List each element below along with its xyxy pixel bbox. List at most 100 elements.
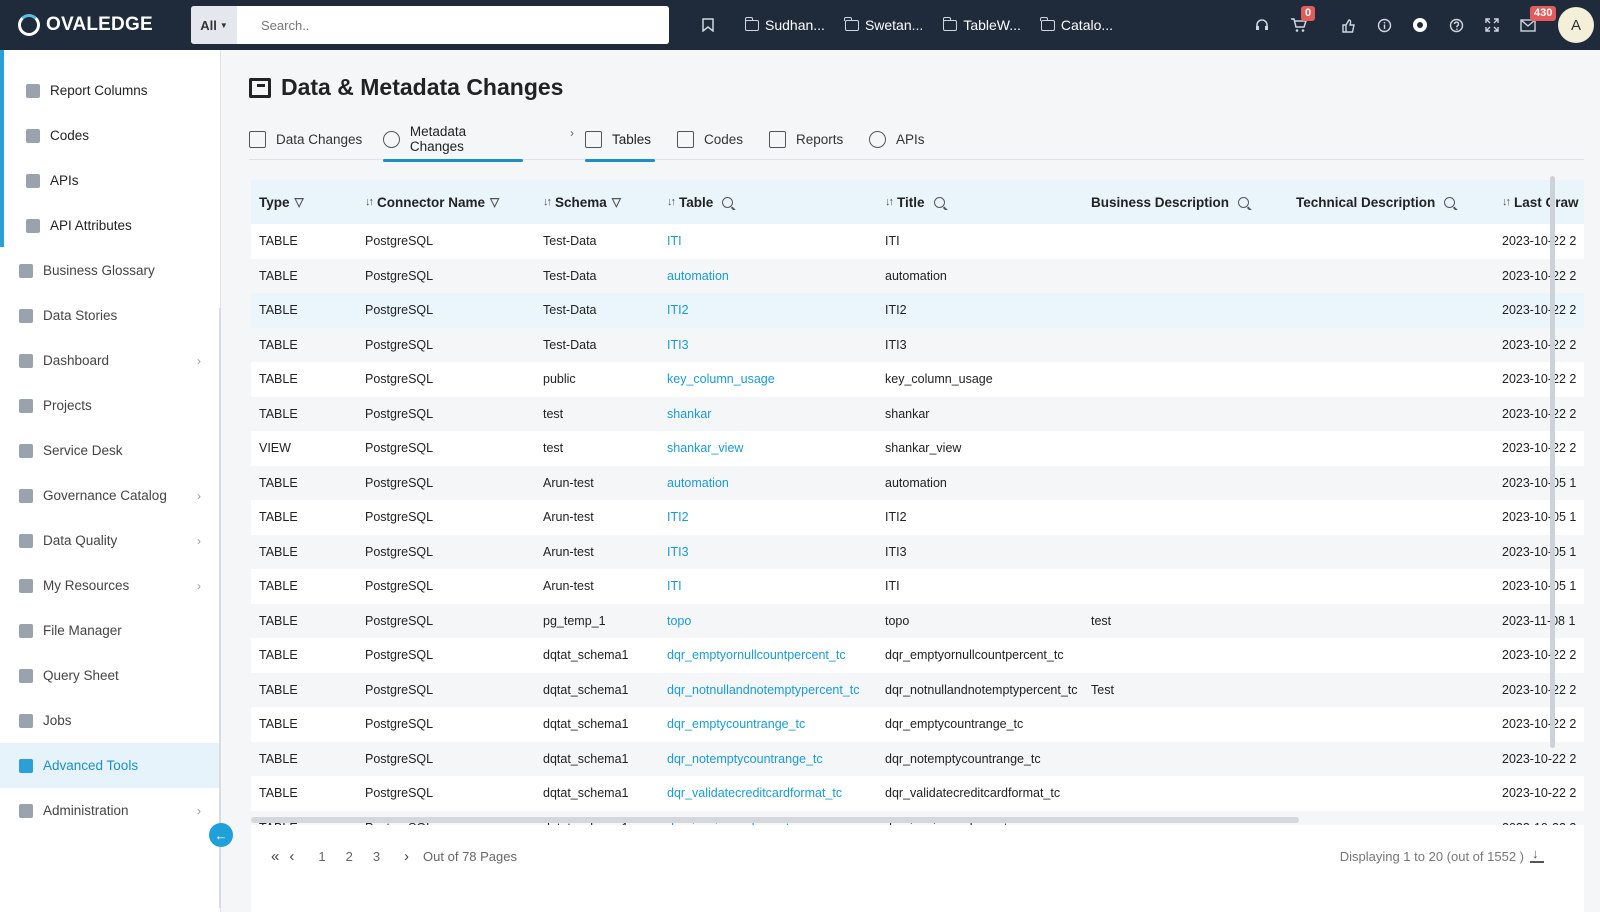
cell-table[interactable]: dqr_notemptycountrange_tc <box>659 752 877 766</box>
favorite-folder-3[interactable]: TableW... <box>942 16 1021 33</box>
tab-codes[interactable]: Codes <box>677 118 743 160</box>
first-page-button[interactable]: « <box>271 848 279 865</box>
horizontal-scrollbar[interactable] <box>251 817 1299 823</box>
sort-icon[interactable]: ↓↑ <box>885 196 894 208</box>
table-row[interactable]: TABLE PostgreSQL dqtat_schema1 dqr_emptycou… <box>251 707 1584 742</box>
sidebar-item-my-resources[interactable]: My Resources › <box>0 563 221 608</box>
cell-table[interactable]: dqr_emptyornullcountpercent_tc <box>659 648 877 662</box>
cell-table[interactable]: automation <box>659 476 877 490</box>
cell-table[interactable]: ITI3 <box>659 545 877 559</box>
favorite-folder-1[interactable]: Sudhan... <box>744 16 825 33</box>
page-number-2[interactable]: 2 <box>346 849 353 864</box>
cell-table[interactable]: ITI <box>659 579 877 593</box>
table-row[interactable]: TABLE PostgreSQL Arun-test ITI2 ITI2 2023-10-… <box>251 500 1584 535</box>
cell-table[interactable]: ITI2 <box>659 510 877 524</box>
search-icon[interactable] <box>933 196 945 208</box>
app-logo[interactable]: OVALEDGE <box>18 14 186 36</box>
sidebar-item-report-columns[interactable]: Report Columns <box>0 68 221 113</box>
column-header-type[interactable]: Type ▽ <box>251 195 357 210</box>
info-icon[interactable] <box>1366 0 1402 50</box>
cell-table[interactable]: key_column_usage <box>659 372 877 386</box>
sidebar-item-codes[interactable]: Codes <box>0 113 221 158</box>
vertical-scrollbar[interactable] <box>1550 176 1555 748</box>
table-row[interactable]: TABLE PostgreSQL Arun-test ITI ITI 2023-10-05… <box>251 569 1584 604</box>
cell-table[interactable]: topo <box>659 614 877 628</box>
page-number-1[interactable]: 1 <box>318 849 325 864</box>
filter-icon[interactable]: ▽ <box>612 195 621 209</box>
thumbs-up-icon[interactable] <box>1330 0 1366 50</box>
tab-metadata-changes[interactable]: Metadata Changes <box>383 118 523 162</box>
sidebar-item-data-quality[interactable]: Data Quality › <box>0 518 221 563</box>
chrome-icon[interactable] <box>1402 0 1438 50</box>
table-row[interactable]: TABLE PostgreSQL Test-Data automation automa… <box>251 258 1584 293</box>
collapse-sidebar-button[interactable]: ← <box>209 823 233 847</box>
cell-table[interactable]: dqr_notnullandnotemptypercent_tc <box>659 683 877 697</box>
table-row[interactable]: TABLE PostgreSQL Test-Data ITI2 ITI2 2023-10-… <box>251 293 1584 328</box>
table-row[interactable]: TABLE PostgreSQL dqtat_schema1 dqr_notnulla… <box>251 672 1584 707</box>
fullscreen-icon[interactable] <box>1474 0 1510 50</box>
column-header-last-crawled[interactable]: ↓↑ Last Craw <box>1494 195 1584 210</box>
download-icon[interactable] <box>1530 846 1544 863</box>
sidebar-item-file-manager[interactable]: File Manager <box>0 608 221 653</box>
cell-table[interactable]: automation <box>659 269 877 283</box>
sidebar-item-governance-catalog[interactable]: Governance Catalog › <box>0 473 221 518</box>
help-icon[interactable] <box>1438 0 1474 50</box>
search-icon[interactable] <box>1444 196 1456 208</box>
table-row[interactable]: TABLE PostgreSQL Test-Data ITI ITI 2023-10-22… <box>251 224 1584 259</box>
filter-icon[interactable]: ▽ <box>490 195 499 209</box>
table-row[interactable]: TABLE PostgreSQL test shankar shankar 2023-10… <box>251 396 1584 431</box>
column-header-business-description[interactable]: Business Description <box>1083 195 1288 210</box>
headset-icon[interactable] <box>1244 0 1280 50</box>
sort-icon[interactable]: ↓↑ <box>1502 196 1511 208</box>
cart-icon[interactable]: 0 <box>1280 0 1316 50</box>
sort-icon[interactable]: ↓↑ <box>667 196 676 208</box>
sidebar-item-apis[interactable]: APIs <box>0 158 221 203</box>
search-scope-dropdown[interactable]: All ▼ <box>191 6 237 44</box>
column-header-schema[interactable]: ↓↑ Schema ▽ <box>535 195 659 210</box>
next-page-button[interactable]: › <box>404 848 409 865</box>
sidebar-item-advanced-tools[interactable]: Advanced Tools <box>0 743 221 788</box>
sidebar-item-administration[interactable]: Administration › <box>0 788 221 833</box>
column-header-connector-name[interactable]: ↓↑ Connector Name ▽ <box>357 195 535 210</box>
sort-icon[interactable]: ↓↑ <box>365 196 374 208</box>
sidebar-item-data-stories[interactable]: Data Stories <box>0 293 221 338</box>
table-row[interactable]: TABLE PostgreSQL dqtat_schema1 dqr_validate… <box>251 776 1584 811</box>
favorite-folder-4[interactable]: Catalo... <box>1040 16 1113 33</box>
sidebar-item-api-attributes[interactable]: API Attributes <box>0 203 221 248</box>
search-input[interactable] <box>237 6 669 44</box>
sidebar-item-service-desk[interactable]: Service Desk <box>0 428 221 473</box>
tab-tables[interactable]: Tables <box>585 118 655 162</box>
cell-table[interactable]: dqr_emptycountrange_tc <box>659 717 877 731</box>
mail-icon[interactable]: 430 <box>1510 0 1557 50</box>
previous-page-button[interactable]: ‹ <box>289 848 294 865</box>
cell-table[interactable]: dqr_validatecreditcardformat_tc <box>659 786 877 800</box>
sidebar-item-dashboard[interactable]: Dashboard › <box>0 338 221 383</box>
search-icon[interactable] <box>722 196 734 208</box>
sidebar-item-projects[interactable]: Projects <box>0 383 221 428</box>
cell-table[interactable]: ITI3 <box>659 338 877 352</box>
table-row[interactable]: TABLE PostgreSQL public key_column_usage key… <box>251 362 1584 397</box>
tab-reports[interactable]: Reports <box>769 118 843 160</box>
favorite-folder-2[interactable]: Swetan... <box>844 16 923 33</box>
sidebar-item-business-glossary[interactable]: Business Glossary <box>0 248 221 293</box>
sidebar-scrollbar[interactable] <box>219 308 221 908</box>
cell-table[interactable]: ITI2 <box>659 303 877 317</box>
column-header-title[interactable]: ↓↑ Title <box>877 195 1083 210</box>
sidebar-item-query-sheet[interactable]: Query Sheet <box>0 653 221 698</box>
table-row[interactable]: TABLE PostgreSQL dqtat_schema1 dqr_emptyorn… <box>251 638 1584 673</box>
sidebar-item-jobs[interactable]: Jobs <box>0 698 221 743</box>
cell-table[interactable]: shankar <box>659 407 877 421</box>
tab-data-changes[interactable]: Data Changes <box>249 118 362 160</box>
column-header-table[interactable]: ↓↑ Table <box>659 195 877 210</box>
column-header-technical-description[interactable]: Technical Description <box>1288 195 1494 210</box>
table-row[interactable]: TABLE PostgreSQL Arun-test automation automa… <box>251 465 1584 500</box>
search-icon[interactable] <box>1238 196 1250 208</box>
page-number-3[interactable]: 3 <box>373 849 380 864</box>
cell-table[interactable]: shankar_view <box>659 441 877 455</box>
table-row[interactable]: TABLE PostgreSQL dqtat_schema1 dqr_notempty… <box>251 741 1584 776</box>
table-row[interactable]: TABLE PostgreSQL Arun-test ITI3 ITI3 2023-10-… <box>251 534 1584 569</box>
table-row[interactable]: TABLE PostgreSQL pg_temp_1 topo topo test 2023… <box>251 603 1584 638</box>
sort-icon[interactable]: ↓↑ <box>543 196 552 208</box>
filter-icon[interactable]: ▽ <box>295 195 304 209</box>
table-row[interactable]: TABLE PostgreSQL Test-Data ITI3 ITI3 2023-10-… <box>251 327 1584 362</box>
